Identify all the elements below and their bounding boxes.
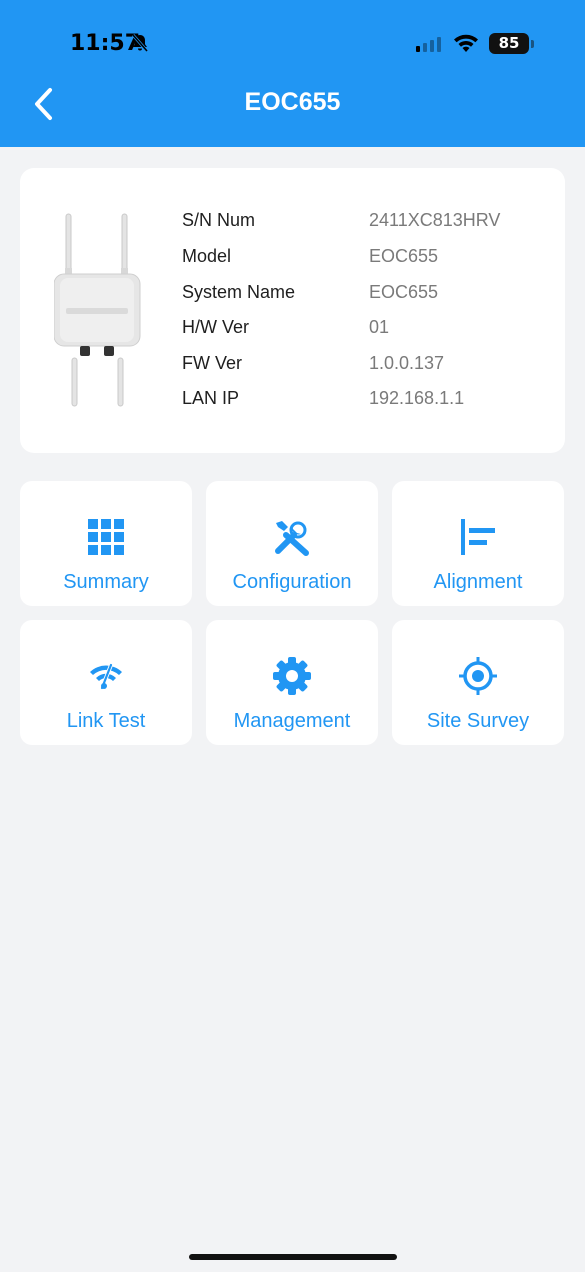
grid-icon [20,517,192,557]
tile-label: Alignment [433,571,523,593]
device-info-card: S/N Num 2411XC813HRV Model EOC655 System… [20,168,565,453]
wifi-icon [452,32,480,59]
info-label: FW Ver [182,353,243,373]
target-icon [392,656,564,696]
muted-bell-icon [130,33,150,58]
info-value: 192.168.1.1 [369,388,465,408]
tile-link-test[interactable]: Link Test [20,620,192,745]
info-value: 01 [369,317,390,337]
info-value: EOC655 [369,246,439,266]
tile-site-survey[interactable]: Site Survey [392,620,564,745]
info-label: Model [182,246,232,266]
info-label: H/W Ver [182,317,250,337]
info-row-lan-ip: LAN IP 192.168.1.1 [20,388,565,418]
info-label: S/N Num [182,210,256,230]
battery-tip [531,40,534,48]
tile-label: Management [233,710,351,732]
gear-icon [206,656,378,696]
wifi-speed-icon [20,656,192,696]
tile-alignment[interactable]: Alignment [392,481,564,606]
info-label: System Name [182,282,296,302]
info-label: LAN IP [182,388,240,408]
tile-label: Link Test [66,710,146,732]
status-bar: 11:57 85 [0,0,585,80]
info-row-fw-ver: FW Ver 1.0.0.137 [20,353,565,383]
info-row-hw-ver: H/W Ver 01 [20,317,565,347]
page-title: EOC655 [244,88,341,116]
tools-icon [206,517,378,557]
info-value: EOC655 [369,282,439,302]
tile-label: Summary [63,571,149,593]
info-row-sn: S/N Num 2411XC813HRV [20,210,565,240]
tile-management[interactable]: Management [206,620,378,745]
home-indicator[interactable] [189,1254,397,1260]
tile-summary[interactable]: Summary [20,481,192,606]
cellular-signal-icon [416,36,446,57]
info-row-model: Model EOC655 [20,246,565,276]
info-row-system-name: System Name EOC655 [20,282,565,312]
info-value: 1.0.0.137 [369,353,445,373]
info-value: 2411XC813HRV [369,210,501,230]
align-left-icon [392,517,564,557]
tile-configuration[interactable]: Configuration [206,481,378,606]
battery-level: 85 [489,33,529,54]
tile-label: Configuration [232,571,352,593]
tile-label: Site Survey [426,710,530,732]
app-header: 11:57 85 EOC655 [0,0,585,147]
